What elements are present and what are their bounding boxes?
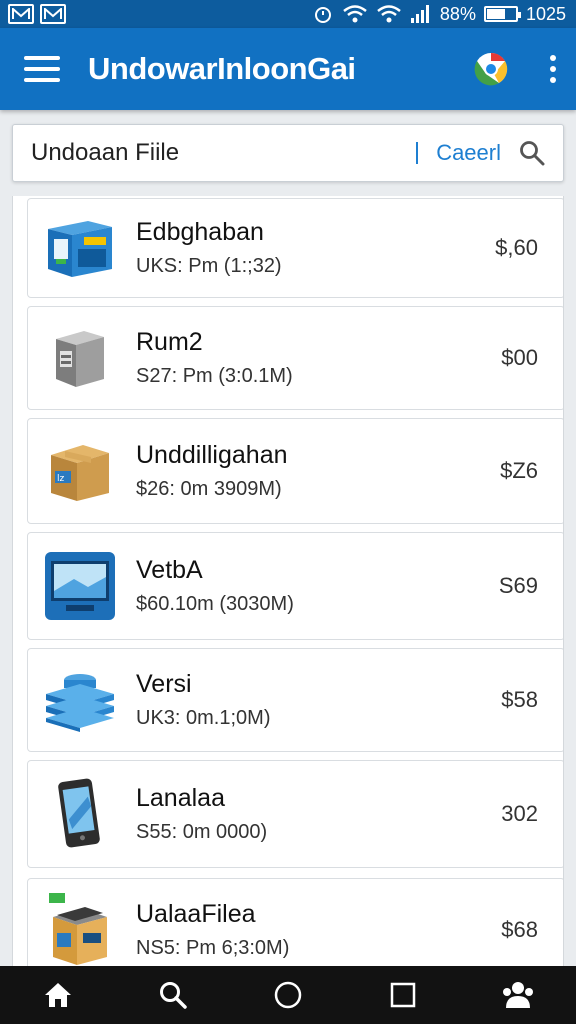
item-name: UalaaFilea bbox=[136, 900, 256, 928]
more-options-icon[interactable] bbox=[548, 55, 558, 83]
home-circle-icon[interactable] bbox=[266, 973, 310, 1017]
list-item[interactable]: Lanalaa S55: 0m 0000) 302 bbox=[27, 760, 563, 868]
status-bar: 88% 1025 bbox=[0, 0, 576, 28]
item-meta: NS5: Pm 6;3:0M) bbox=[136, 937, 290, 959]
recents-square-icon[interactable] bbox=[381, 973, 425, 1017]
item-name: Rum2 bbox=[136, 328, 203, 356]
battery-percent: 88% bbox=[439, 3, 476, 24]
item-price: $Z6 bbox=[500, 458, 538, 483]
search-nav-icon[interactable] bbox=[151, 973, 195, 1017]
cardboard-box-icon: lz bbox=[42, 433, 118, 509]
list-item[interactable]: Rum2 S27: Pm (3:0.1M) $00 bbox=[27, 306, 563, 410]
item-text: Unddilligahan $26: 0m 3909M) bbox=[136, 441, 500, 501]
item-text: UalaaFilea NS5: Pm 6;3:0M) bbox=[136, 900, 501, 960]
item-price: $58 bbox=[501, 687, 538, 712]
list-item[interactable]: Edbghaban UKS: Pm (1:;32) $,60 bbox=[27, 198, 563, 298]
item-meta: S27: Pm (3:0.1M) bbox=[136, 365, 293, 387]
bottom-navigation bbox=[0, 966, 576, 1024]
svg-text:lz: lz bbox=[57, 474, 65, 484]
monitor-icon bbox=[42, 548, 118, 624]
list-item[interactable]: Versi UK3: 0m.1;0M) $58 bbox=[27, 648, 563, 752]
mail-notification-icon bbox=[8, 4, 34, 24]
item-meta: UK3: 0m.1;0M) bbox=[136, 707, 271, 729]
phone-icon bbox=[42, 776, 118, 852]
search-icon[interactable] bbox=[519, 140, 545, 166]
chrome-icon[interactable] bbox=[474, 52, 508, 86]
accounts-icon[interactable] bbox=[496, 973, 540, 1017]
text-cursor bbox=[416, 142, 419, 164]
search-input[interactable] bbox=[31, 139, 407, 167]
hamburger-menu-icon[interactable] bbox=[24, 56, 60, 82]
search-bar: Caeerl bbox=[12, 124, 564, 182]
list-item[interactable]: lz Unddilligahan $26: 0m 3909M) $Z6 bbox=[27, 418, 563, 524]
list-item[interactable]: VetbA $60.10m (3030M) S69 bbox=[27, 532, 563, 640]
item-text: VetbA $60.10m (3030M) bbox=[136, 556, 499, 616]
item-text: Versi UK3: 0m.1;0M) bbox=[136, 670, 501, 730]
wifi-icon bbox=[342, 4, 368, 24]
item-meta: $60.10m (3030M) bbox=[136, 593, 294, 615]
blue-box-icon bbox=[42, 210, 118, 286]
item-text: Rum2 S27: Pm (3:0.1M) bbox=[136, 328, 501, 388]
clock: 1025 bbox=[525, 3, 566, 24]
package-icon bbox=[42, 892, 118, 966]
app-title: UndowarInloonGai bbox=[88, 51, 356, 86]
notification-icons bbox=[8, 4, 66, 24]
alarm-icon bbox=[312, 4, 334, 24]
system-icons: 88% 1025 bbox=[312, 4, 566, 25]
gmail-notification-icon bbox=[40, 4, 66, 24]
item-price: 302 bbox=[501, 801, 538, 826]
item-price: S69 bbox=[498, 573, 538, 598]
stacked-layers-icon bbox=[42, 662, 118, 738]
item-meta: S55: 0m 0000) bbox=[136, 821, 268, 843]
gray-box-icon bbox=[42, 320, 118, 396]
item-name: Edbghaban bbox=[136, 218, 264, 246]
item-text: Edbghaban UKS: Pm (1:;32) bbox=[136, 218, 495, 278]
app-bar: UndowarInloonGai bbox=[0, 28, 576, 110]
hotspot-icon bbox=[376, 4, 402, 24]
item-price: $68 bbox=[501, 917, 538, 942]
file-list: Edbghaban UKS: Pm (1:;32) $,60 Rum2 S27:… bbox=[12, 196, 564, 966]
cell-signal-icon bbox=[410, 4, 432, 24]
item-name: Lanalaa bbox=[136, 784, 225, 812]
battery-icon bbox=[483, 6, 521, 22]
item-price: $,60 bbox=[495, 235, 538, 260]
item-text: Lanalaa S55: 0m 0000) bbox=[136, 784, 501, 844]
list-item[interactable]: UalaaFilea NS5: Pm 6;3:0M) $68 bbox=[27, 878, 563, 966]
item-price: $00 bbox=[501, 345, 538, 370]
cancel-button[interactable]: Caeerl bbox=[436, 140, 501, 166]
item-meta: UKS: Pm (1:;32) bbox=[136, 255, 282, 277]
item-name: VetbA bbox=[136, 556, 203, 584]
item-name: Versi bbox=[136, 670, 192, 698]
item-name: Unddilligahan bbox=[136, 441, 288, 469]
home-icon[interactable] bbox=[36, 973, 80, 1017]
item-meta: $26: 0m 3909M) bbox=[136, 478, 282, 500]
